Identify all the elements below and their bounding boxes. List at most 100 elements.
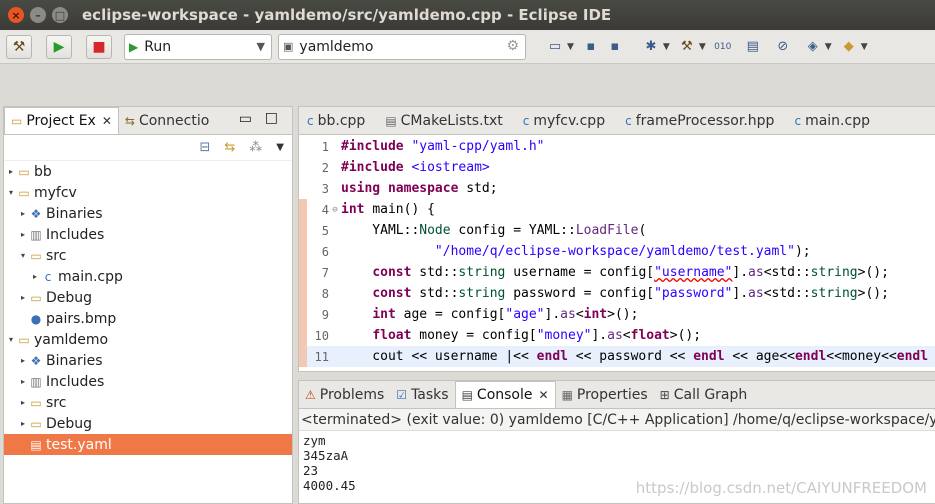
launch-config-combo[interactable]: ▣ yamldemo ⚙ bbox=[278, 33, 526, 60]
console-icon[interactable]: ▤ bbox=[742, 36, 764, 58]
code-token: #include bbox=[341, 139, 412, 154]
tree-item-debug[interactable]: ▸ ▭ Debug bbox=[4, 413, 292, 434]
tab-problems[interactable]: ⚠ Problems bbox=[299, 381, 390, 408]
maximize-view-icon[interactable]: □ bbox=[265, 110, 278, 126]
terminate-button[interactable]: ■ bbox=[86, 34, 112, 59]
run-button[interactable]: ▶ bbox=[46, 34, 72, 59]
tab-project-explorer[interactable]: ▭ Project Ex ✕ bbox=[4, 107, 119, 134]
save-icon[interactable]: ▪ bbox=[580, 36, 602, 58]
tree-item-includes[interactable]: ▸ ▥ Includes bbox=[4, 371, 292, 392]
code-line[interactable]: 1 #include "yaml-cpp/yaml.h" bbox=[299, 136, 935, 157]
tree-item-src[interactable]: ▾ ▭ src bbox=[4, 245, 292, 266]
skip-breakpoints-icon[interactable]: ⊘ bbox=[772, 36, 794, 58]
code-text: const std::string password = config["pas… bbox=[341, 286, 889, 301]
editor-tab-cmakelists-txt[interactable]: ▤ CMakeLists.txt bbox=[377, 107, 514, 134]
binary-icon[interactable]: 010 bbox=[712, 36, 734, 58]
chevron-right-icon[interactable]: ▸ bbox=[18, 293, 28, 302]
tab-tasks[interactable]: ☑ Tasks bbox=[390, 381, 454, 408]
maximize-window-button[interactable]: □ bbox=[52, 7, 68, 23]
hammer-icon: ⚒ bbox=[12, 38, 26, 55]
tab-call-graph[interactable]: ⊞ Call Graph bbox=[654, 381, 754, 408]
chevron-right-icon[interactable]: ▸ bbox=[18, 356, 28, 365]
project-tree: ▸ ▭ bb ▾ ▭ myfcv ▸ ❖ Binaries ▸ ▥ Includes ▾ ▭ src ▸ c ma… bbox=[4, 161, 292, 455]
build-icon[interactable]: ⚒ bbox=[676, 36, 698, 58]
line-number: 10 bbox=[314, 328, 329, 343]
minimize-window-button[interactable]: – bbox=[30, 7, 46, 23]
editor-tabs: c bb.cpp ▤ CMakeLists.txt c myfcv.cpp c framePr… bbox=[299, 107, 935, 135]
tree-item-myfcv[interactable]: ▾ ▭ myfcv bbox=[4, 182, 292, 203]
connection-icon: ⇆ bbox=[124, 113, 135, 128]
code-token: int bbox=[341, 202, 365, 217]
code-line[interactable]: 5 YAML::Node config = YAML::LoadFile( bbox=[299, 220, 935, 241]
code-line[interactable]: 3 using namespace std; bbox=[299, 178, 935, 199]
chevron-down-icon[interactable]: ▾ bbox=[6, 335, 16, 344]
code-line[interactable]: 6 "/home/q/eclipse-workspace/yamldemo/te… bbox=[299, 241, 935, 262]
collapse-all-icon[interactable]: ⊟ bbox=[199, 140, 210, 155]
tree-item-binaries[interactable]: ▸ ❖ Binaries bbox=[4, 350, 292, 371]
view-menu-icon[interactable]: ▼ bbox=[276, 142, 284, 153]
code-line[interactable]: 8 const std::string password = config["p… bbox=[299, 283, 935, 304]
chevron-right-icon[interactable]: ▸ bbox=[30, 272, 40, 281]
file-icon: c bbox=[307, 113, 314, 128]
open-type-icon[interactable]: ◆ bbox=[838, 36, 860, 58]
tree-item-bb[interactable]: ▸ ▭ bb bbox=[4, 161, 292, 182]
save-all-icon[interactable]: ▪ bbox=[604, 36, 626, 58]
close-icon[interactable]: ✕ bbox=[539, 388, 549, 402]
code-line[interactable]: 9 int age = config["age"].as<int>(); bbox=[299, 304, 935, 325]
build-hammer-button[interactable]: ⚒ bbox=[6, 34, 32, 59]
chevron-down-icon[interactable]: ▼ bbox=[567, 42, 574, 52]
tree-item-src[interactable]: ▸ ▭ src bbox=[4, 392, 292, 413]
chevron-down-icon[interactable]: ▼ bbox=[663, 42, 670, 52]
line-number: 6 bbox=[321, 244, 329, 259]
main-toolbar: ⚒ ▶ ■ ▶ Run ▼ ▣ yamldemo ⚙ ▭ ▼ ▪ ▪ ✱ ▼ ⚒ ▼ … bbox=[0, 30, 935, 64]
chevron-right-icon[interactable]: ▸ bbox=[18, 230, 28, 239]
chevron-down-icon[interactable]: ▼ bbox=[861, 42, 868, 52]
code-text: cout << username |<< endl << password <<… bbox=[341, 349, 928, 364]
tree-item-test-yaml[interactable]: ▤ test.yaml bbox=[4, 434, 292, 455]
close-icon[interactable]: ✕ bbox=[102, 114, 112, 128]
filter-icon[interactable]: ⁂ bbox=[249, 140, 262, 155]
chevron-right-icon[interactable]: ▸ bbox=[18, 209, 28, 218]
code-line[interactable]: 7 const std::string username = config["u… bbox=[299, 262, 935, 283]
chevron-down-icon[interactable]: ▾ bbox=[6, 188, 16, 197]
tree-item-binaries[interactable]: ▸ ❖ Binaries bbox=[4, 203, 292, 224]
editor-tab-label: myfcv.cpp bbox=[533, 112, 606, 129]
link-with-editor-icon[interactable]: ⇆ bbox=[224, 140, 235, 155]
tree-item-debug[interactable]: ▸ ▭ Debug bbox=[4, 287, 292, 308]
chevron-right-icon[interactable]: ▸ bbox=[18, 398, 28, 407]
close-window-button[interactable]: × bbox=[8, 7, 24, 23]
tab-properties[interactable]: ▦ Properties bbox=[556, 381, 654, 408]
chevron-right-icon[interactable]: ▸ bbox=[6, 167, 16, 176]
tree-item-main-cpp[interactable]: ▸ c main.cpp bbox=[4, 266, 292, 287]
editor-tab-main-cpp[interactable]: c main.cpp bbox=[786, 107, 882, 134]
editor-tab-bb-cpp[interactable]: c bb.cpp bbox=[299, 107, 377, 134]
minimize-view-icon[interactable]: ▭ bbox=[239, 111, 252, 127]
tasks-icon: ☑ bbox=[396, 387, 408, 402]
code-line[interactable]: 11 cout << username |<< endl << password… bbox=[299, 346, 935, 367]
gear-icon[interactable]: ⚙ bbox=[506, 38, 519, 54]
code-token: username = config[ bbox=[505, 265, 655, 280]
editor-tab-myfcv-cpp[interactable]: c myfcv.cpp bbox=[515, 107, 617, 134]
launch-mode-combo[interactable]: ▶ Run ▼ bbox=[124, 33, 272, 60]
chevron-right-icon[interactable]: ▸ bbox=[18, 377, 28, 386]
code-token: <std:: bbox=[763, 265, 811, 280]
tab-connections[interactable]: ⇆ Connectio bbox=[119, 107, 215, 134]
editor-tab-frameprocessor-hpp[interactable]: c frameProcessor.hpp bbox=[617, 107, 786, 134]
chevron-down-icon[interactable]: ▼ bbox=[825, 42, 832, 52]
tree-item-yamldemo[interactable]: ▾ ▭ yamldemo bbox=[4, 329, 292, 350]
chevron-down-icon[interactable]: ▼ bbox=[699, 42, 706, 52]
new-wizard-icon[interactable]: ▭ bbox=[544, 36, 566, 58]
tab-console[interactable]: ▤ Console ✕ bbox=[454, 381, 556, 408]
code-line[interactable]: 2 #include <iostream> bbox=[299, 157, 935, 178]
code-editor[interactable]: 1 #include "yaml-cpp/yaml.h" 2 #include <io… bbox=[299, 136, 935, 372]
chevron-right-icon[interactable]: ▸ bbox=[18, 419, 28, 428]
new-class-icon[interactable]: ◈ bbox=[802, 36, 824, 58]
fold-toggle-icon[interactable]: ⊖ bbox=[329, 205, 341, 215]
debug-bug-icon[interactable]: ✱ bbox=[640, 36, 662, 58]
chevron-down-icon[interactable]: ▾ bbox=[18, 251, 28, 260]
code-token: "/home/q/eclipse-workspace/yamldemo/test… bbox=[434, 244, 795, 259]
code-line[interactable]: 4 ⊖ int main() { bbox=[299, 199, 935, 220]
code-line[interactable]: 10 float money = config["money"].as<floa… bbox=[299, 325, 935, 346]
tree-item-pairs-bmp[interactable]: ● pairs.bmp bbox=[4, 308, 292, 329]
tree-item-includes[interactable]: ▸ ▥ Includes bbox=[4, 224, 292, 245]
